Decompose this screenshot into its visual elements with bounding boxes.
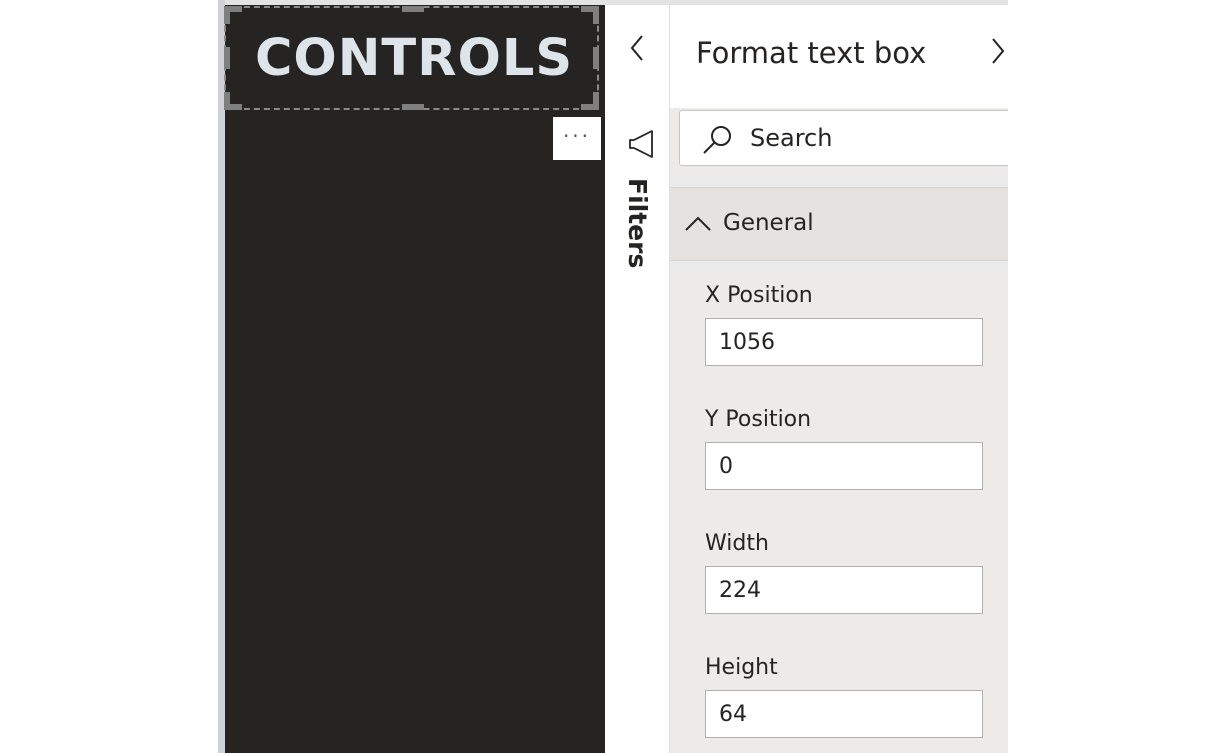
textbox-title: CONTROLS <box>254 28 574 88</box>
width-input[interactable] <box>705 566 983 614</box>
more-options-button[interactable]: ··· <box>553 117 601 160</box>
resize-handle-bottom-left-v[interactable] <box>224 92 230 110</box>
collapse-filters-button[interactable] <box>621 30 653 66</box>
megaphone-filter-icon <box>629 130 653 158</box>
search-box[interactable] <box>679 110 1008 166</box>
search-icon <box>703 126 731 154</box>
general-section-label: General <box>723 210 814 236</box>
canvas-left-edge <box>218 0 225 753</box>
page-background <box>1008 0 1227 753</box>
format-pane-header: Format text box <box>670 5 1008 108</box>
y-position-label: Y Position <box>705 407 812 432</box>
general-section-header[interactable]: General <box>670 187 1008 261</box>
more-options-icon: ··· <box>562 123 592 148</box>
search-input[interactable] <box>750 121 1000 155</box>
chevron-up-icon <box>685 216 711 231</box>
report-canvas: CONTROLS <box>218 0 605 753</box>
resize-handle-bottom-right-v[interactable] <box>593 92 599 110</box>
filters-pane-label[interactable]: Filters <box>620 178 654 268</box>
pane-title: Format text box <box>696 36 927 70</box>
x-position-input[interactable] <box>705 318 983 366</box>
height-label: Height <box>705 655 778 680</box>
x-position-label: X Position <box>705 283 813 308</box>
canvas-top-edge <box>218 0 605 5</box>
resize-handle-bottom[interactable] <box>402 104 424 110</box>
height-input[interactable] <box>705 690 983 738</box>
resize-handle-top[interactable] <box>402 6 424 12</box>
width-label: Width <box>705 531 769 556</box>
resize-handle-top-right-v[interactable] <box>593 6 599 24</box>
controls-textbox[interactable]: CONTROLS <box>228 6 600 110</box>
filters-pane-collapsed <box>605 5 670 753</box>
y-position-input[interactable] <box>705 442 983 490</box>
format-pane: Format text box General X Position Y Pos… <box>670 5 1008 753</box>
resize-handle-top-left-v[interactable] <box>224 6 230 24</box>
chevron-right-icon <box>992 38 1005 64</box>
chevron-left-icon <box>630 35 643 61</box>
resize-handle-left[interactable] <box>224 47 230 69</box>
expand-pane-button[interactable] <box>984 31 1008 71</box>
resize-handle-right[interactable] <box>593 47 599 69</box>
